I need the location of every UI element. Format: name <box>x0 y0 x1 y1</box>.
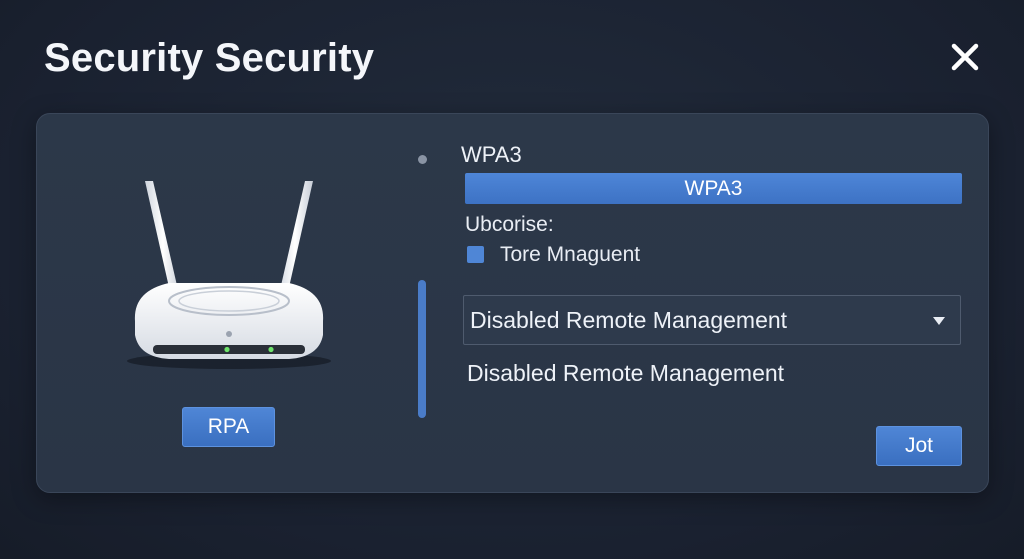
close-icon <box>951 43 979 71</box>
security-dialog: Security Security RPA WPA3 WPA3 Ubcorise… <box>0 0 1024 559</box>
submit-button[interactable]: Jot <box>876 426 962 466</box>
remote-management-dropdown[interactable]: Disabled Remote Management <box>463 295 961 345</box>
dropdown-selected-value: Disabled Remote Management <box>470 307 788 333</box>
rpa-button[interactable]: RPA <box>182 407 275 447</box>
dialog-title: Security Security <box>44 36 375 80</box>
wifi-router-icon <box>119 171 339 371</box>
section-label: Ubcorise: <box>465 213 554 236</box>
chevron-down-icon <box>932 316 946 326</box>
settings-panel: RPA WPA3 WPA3 Ubcorise: Tore Mnaguent Di… <box>36 113 989 493</box>
remote-management-status: Disabled Remote Management <box>467 360 785 386</box>
scrollbar[interactable] <box>418 280 426 418</box>
security-mode-label: WPA3 <box>461 142 522 167</box>
management-checkbox-label: Tore Mnaguent <box>500 243 641 266</box>
indicator-dot <box>418 155 427 164</box>
management-checkbox[interactable] <box>467 246 484 263</box>
close-button[interactable] <box>946 38 984 76</box>
security-mode-select[interactable]: WPA3 <box>465 173 962 204</box>
